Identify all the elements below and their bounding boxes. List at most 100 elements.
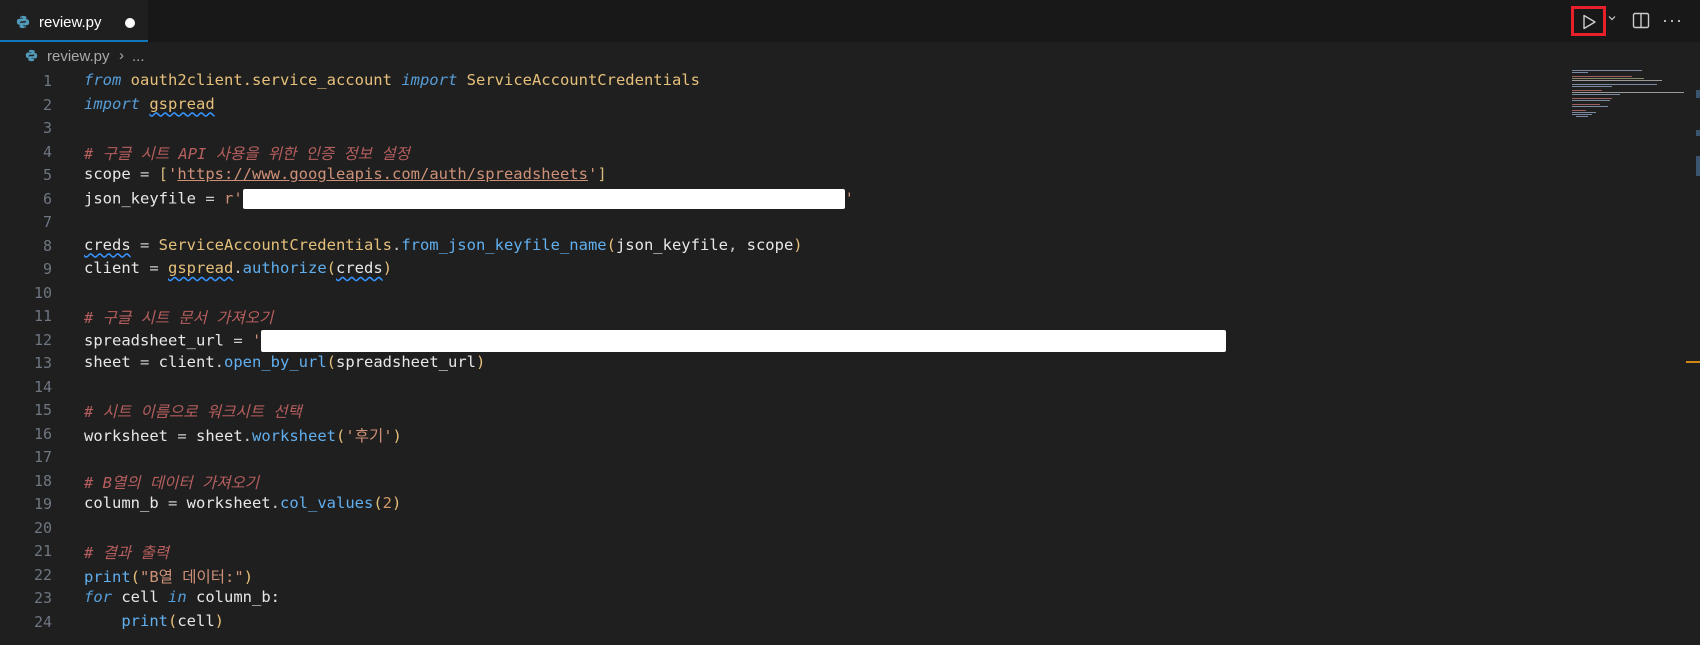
code-text: client = gspread.authorize(creds) bbox=[84, 259, 393, 277]
line-number: 1 bbox=[42, 72, 52, 90]
minimap-line bbox=[1572, 76, 1632, 77]
minimap-line bbox=[1572, 98, 1612, 99]
code-line-12[interactable]: 12 spreadsheet_url = ' bbox=[0, 329, 1560, 352]
breadcrumb-file[interactable]: review.py bbox=[47, 48, 110, 65]
code-comment: # 시트 이름으로 워크시트 선택 bbox=[84, 403, 302, 421]
redacted-region bbox=[242, 188, 845, 209]
code-line-20[interactable]: 20 bbox=[0, 517, 1560, 540]
code-line-3[interactable]: 3 bbox=[0, 117, 1560, 140]
minimap-line bbox=[1572, 92, 1684, 93]
code-line-21[interactable]: 21 # 결과 출력 bbox=[0, 540, 1560, 563]
url-link[interactable]: https://www.googleapis.com/auth/spreadsh… bbox=[177, 165, 588, 183]
minimap-line bbox=[1572, 70, 1642, 71]
code-line-10[interactable]: 10 bbox=[0, 282, 1560, 305]
line-number: 9 bbox=[42, 260, 52, 278]
code-text: sheet = client.open_by_url(spreadsheet_u… bbox=[84, 353, 486, 371]
code-text: from oauth2client.service_account import… bbox=[84, 71, 700, 89]
minimap-line bbox=[1572, 80, 1662, 81]
code-line-16[interactable]: 16 worksheet = sheet.worksheet('후기') bbox=[0, 423, 1560, 446]
scrollbar-marker bbox=[1696, 90, 1700, 98]
code-line-2[interactable]: 2 import gspread bbox=[0, 94, 1560, 117]
minimap-line bbox=[1572, 86, 1612, 87]
minimap[interactable] bbox=[1572, 70, 1687, 150]
line-number: 17 bbox=[33, 448, 52, 466]
code-comment: # 결과 출력 bbox=[84, 544, 170, 562]
code-line-8[interactable]: 8 creds = ServiceAccountCredentials.from… bbox=[0, 235, 1560, 258]
split-editor-icon[interactable] bbox=[1632, 12, 1650, 29]
line-number: 19 bbox=[33, 495, 52, 513]
code-line-24[interactable]: 24 print(cell) bbox=[0, 611, 1560, 634]
code-text: scope = ['https://www.googleapis.com/aut… bbox=[84, 165, 607, 183]
line-number: 11 bbox=[33, 307, 52, 325]
breadcrumb: review.py › ... bbox=[0, 44, 1500, 70]
line-number: 10 bbox=[33, 283, 52, 302]
scrollbar-warning-marker bbox=[1686, 361, 1700, 363]
minimap-line bbox=[1572, 90, 1602, 91]
line-number: 20 bbox=[33, 518, 52, 537]
code-line-4[interactable]: 4 # 구글 시트 API 사용을 위한 인증 정보 설정 bbox=[0, 141, 1560, 164]
line-number: 4 bbox=[42, 142, 52, 161]
code-line-18[interactable]: 18 # B열의 데이터 가져오기 bbox=[0, 470, 1560, 493]
more-actions-button[interactable]: ··· bbox=[1662, 10, 1683, 31]
code-line-11[interactable]: 11 # 구글 시트 문서 가져오기 bbox=[0, 305, 1560, 328]
minimap-line bbox=[1572, 110, 1586, 111]
code-line-9[interactable]: 9 client = gspread.authorize(creds) bbox=[0, 258, 1560, 281]
line-number: 22 bbox=[33, 565, 52, 584]
code-text: print("B열 데이터:") bbox=[84, 567, 254, 586]
line-number: 8 bbox=[42, 236, 52, 255]
chevron-down-icon[interactable] bbox=[1607, 13, 1617, 23]
python-icon bbox=[25, 49, 38, 62]
code-line-22[interactable]: 22 print("B열 데이터:") bbox=[0, 564, 1560, 587]
play-icon bbox=[1583, 14, 1596, 30]
line-number: 14 bbox=[33, 377, 52, 396]
code-editor[interactable]: 1 from oauth2client.service_account impo… bbox=[0, 70, 1560, 645]
run-python-file-button[interactable] bbox=[1571, 6, 1606, 36]
minimap-line bbox=[1572, 100, 1610, 101]
code-comment: # 구글 시트 API 사용을 위한 인증 정보 설정 bbox=[84, 144, 410, 163]
line-number: 7 bbox=[42, 213, 52, 231]
scrollbar-marker bbox=[1696, 130, 1700, 136]
code-line-6[interactable]: 6 json_keyfile = r' ' bbox=[0, 188, 1560, 211]
line-number: 21 bbox=[33, 542, 52, 560]
line-number: 13 bbox=[33, 354, 52, 372]
line-number: 15 bbox=[33, 401, 52, 419]
line-number: 24 bbox=[33, 612, 52, 631]
code-line-19[interactable]: 19 column_b = worksheet.col_values(2) bbox=[0, 493, 1560, 516]
minimap-line bbox=[1572, 112, 1596, 113]
code-line-7[interactable]: 7 bbox=[0, 211, 1560, 234]
minimap-line bbox=[1576, 116, 1588, 117]
breadcrumb-separator: › bbox=[119, 47, 124, 64]
code-line-1[interactable]: 1 from oauth2client.service_account impo… bbox=[0, 70, 1560, 93]
code-line-17[interactable]: 17 bbox=[0, 446, 1560, 469]
minimap-line bbox=[1572, 104, 1600, 105]
code-text: import gspread bbox=[84, 94, 215, 113]
code-line-14[interactable]: 14 bbox=[0, 376, 1560, 399]
code-text: for cell in column_b: bbox=[84, 588, 280, 606]
minimap-line bbox=[1572, 94, 1620, 95]
minimap-line bbox=[1572, 78, 1644, 79]
line-number: 2 bbox=[42, 95, 52, 114]
code-line-5[interactable]: 5 scope = ['https://www.googleapis.com/a… bbox=[0, 164, 1560, 187]
line-number: 5 bbox=[42, 166, 52, 184]
tab-review-py[interactable]: review.py bbox=[0, 0, 148, 42]
line-number: 3 bbox=[42, 119, 52, 137]
redacted-region bbox=[261, 329, 1227, 352]
code-text: json_keyfile = r' ' bbox=[84, 188, 854, 209]
code-line-15[interactable]: 15 # 시트 이름으로 워크시트 선택 bbox=[0, 399, 1560, 422]
minimap-line bbox=[1572, 114, 1592, 115]
python-icon bbox=[16, 15, 30, 29]
tab-label: review.py bbox=[39, 14, 102, 31]
line-number: 16 bbox=[33, 424, 52, 443]
code-comment: # 구글 시트 문서 가져오기 bbox=[84, 309, 274, 327]
breadcrumb-symbols[interactable]: ... bbox=[132, 48, 145, 65]
code-text: spreadsheet_url = ' bbox=[84, 329, 1227, 352]
tab-bar: review.py ··· bbox=[0, 0, 1700, 42]
code-line-23[interactable]: 23 for cell in column_b: bbox=[0, 587, 1560, 610]
minimap-line bbox=[1572, 72, 1588, 73]
unsaved-dot-icon[interactable] bbox=[125, 18, 135, 28]
line-number: 6 bbox=[42, 189, 52, 208]
code-line-13[interactable]: 13 sheet = client.open_by_url(spreadshee… bbox=[0, 352, 1560, 375]
scrollbar-marker bbox=[1696, 156, 1700, 176]
code-text: worksheet = sheet.worksheet('후기') bbox=[84, 426, 402, 445]
minimap-line bbox=[1572, 106, 1608, 107]
